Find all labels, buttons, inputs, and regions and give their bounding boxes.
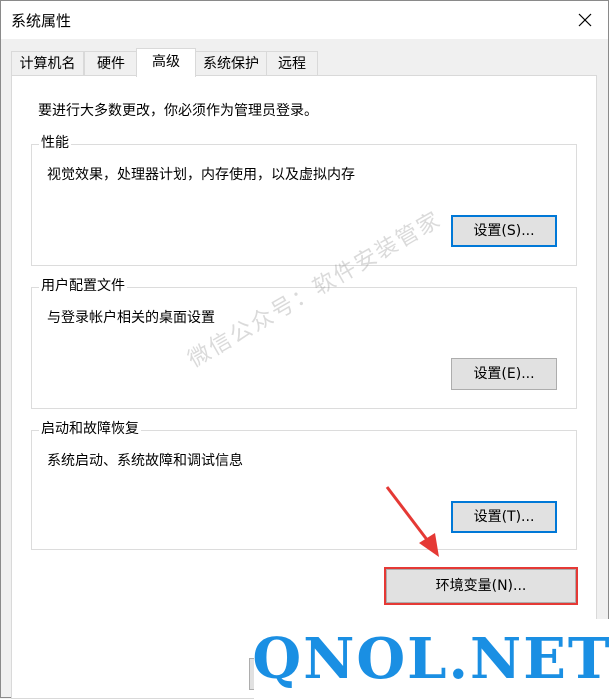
tab-advanced[interactable]: 高级 [136, 48, 196, 77]
performance-description: 视觉效果，处理器计划，内存使用，以及虚拟内存 [47, 167, 355, 183]
startup-recovery-settings-button[interactable]: 设置(T)... [451, 501, 557, 533]
close-icon [578, 13, 592, 27]
tab-system-protection[interactable]: 系统保护 [195, 51, 267, 75]
environment-variables-button[interactable]: 环境变量(N)... [386, 569, 576, 603]
window-title: 系统属性 [11, 12, 72, 30]
performance-group: 性能 视觉效果，处理器计划，内存使用，以及虚拟内存 设置(S)... [31, 134, 577, 266]
startup-recovery-group: 启动和故障恢复 系统启动、系统故障和调试信息 设置(T)... [31, 420, 577, 550]
advanced-tab-panel: 要进行大多数更改，你必须作为管理员登录。 性能 视觉效果，处理器计划，内存使用，… [11, 75, 597, 699]
user-profiles-description: 与登录帐户相关的桌面设置 [47, 310, 215, 326]
close-button[interactable] [562, 1, 608, 39]
user-profiles-title: 用户配置文件 [39, 277, 127, 295]
user-profiles-group: 用户配置文件 与登录帐户相关的桌面设置 设置(E)... [31, 277, 577, 409]
tab-remote[interactable]: 远程 [266, 51, 318, 75]
performance-title: 性能 [39, 134, 71, 152]
tab-computer-name[interactable]: 计算机名 [11, 51, 84, 75]
admin-note: 要进行大多数更改，你必须作为管理员登录。 [38, 103, 318, 119]
tab-hardware[interactable]: 硬件 [84, 51, 138, 75]
startup-recovery-title: 启动和故障恢复 [39, 420, 141, 438]
system-properties-window: 系统属性 计算机名 硬件 高级 系统保护 远程 要进行大多数更改，你必须作为管理… [0, 0, 609, 699]
title-bar: 系统属性 [1, 1, 608, 39]
performance-settings-button[interactable]: 设置(S)... [451, 215, 557, 247]
user-profiles-settings-button[interactable]: 设置(E)... [451, 358, 557, 390]
startup-recovery-description: 系统启动、系统故障和调试信息 [47, 453, 243, 469]
qnol-brand-logo: QNOL.NET [252, 619, 609, 699]
